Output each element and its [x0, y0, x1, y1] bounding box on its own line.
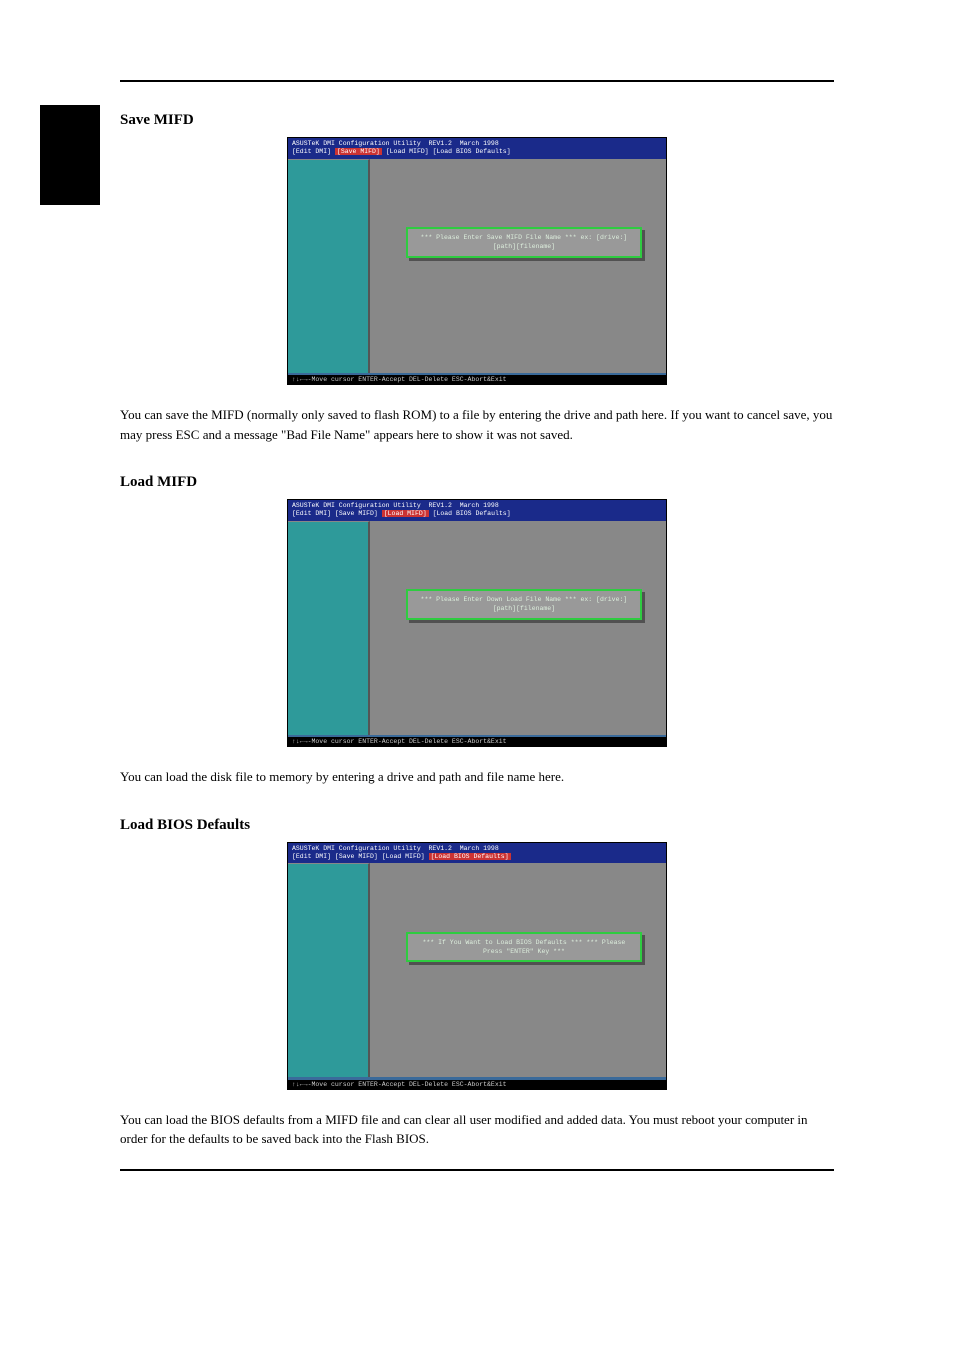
screenshot-save: ASUSTeK DMI Configuration Utility REV1.2…	[287, 137, 667, 385]
dos-main: *** If You Want to Load BIOS Defaults **…	[370, 863, 666, 1077]
dos-main: *** Please Enter Save MIFD File Name ***…	[370, 159, 666, 373]
bottom-rule	[120, 1169, 834, 1171]
dos-body: *** If You Want to Load BIOS Defaults **…	[288, 863, 666, 1077]
screenshot-defaults: ASUSTeK DMI Configuration Utility REV1.2…	[287, 842, 667, 1090]
dos-sidebar	[288, 159, 370, 373]
screenshot-load: ASUSTeK DMI Configuration Utility REV1.2…	[287, 499, 667, 747]
document-page: Save MIFD ASUSTeK DMI Configuration Util…	[0, 0, 954, 1351]
dos-titlebar: ASUSTeK DMI Configuration Utility REV1.2…	[288, 500, 666, 521]
dos-sidebar	[288, 863, 370, 1077]
dos-body: *** Please Enter Save MIFD File Name ***…	[288, 159, 666, 373]
dos-menu-defaults: [Edit DMI] [Save MIFD] [Load MIFD] [Load…	[292, 853, 511, 860]
dos-title: ASUSTeK DMI Configuration Utility REV1.2…	[292, 140, 499, 147]
dos-menu-load: [Edit DMI] [Save MIFD] [Load MIFD] [Load…	[292, 510, 511, 517]
top-rule	[120, 80, 834, 82]
dos-prompt-save: *** Please Enter Save MIFD File Name ***…	[406, 227, 643, 257]
dos-footer: ↑↓←→-Move cursor ENTER-Accept DEL-Delete…	[288, 737, 666, 746]
section-title-defaults: Load BIOS Defaults	[120, 817, 834, 834]
section-title-save: Save MIFD	[120, 112, 834, 129]
section-text-load: You can load the disk file to memory by …	[120, 767, 834, 787]
dos-prompt-defaults: *** If You Want to Load BIOS Defaults **…	[406, 932, 643, 962]
dos-body: *** Please Enter Down Load File Name ***…	[288, 521, 666, 735]
dos-title: ASUSTeK DMI Configuration Utility REV1.2…	[292, 502, 499, 509]
section-text-save: You can save the MIFD (normally only sav…	[120, 405, 834, 444]
dos-footer: ↑↓←→-Move cursor ENTER-Accept DEL-Delete…	[288, 1080, 666, 1089]
dos-menu-save: [Edit DMI] [Save MIFD] [Load MIFD] [Load…	[292, 148, 511, 155]
dos-footer: ↑↓←→-Move cursor ENTER-Accept DEL-Delete…	[288, 375, 666, 384]
dos-titlebar: ASUSTeK DMI Configuration Utility REV1.2…	[288, 843, 666, 864]
dos-main: *** Please Enter Down Load File Name ***…	[370, 521, 666, 735]
section-text-defaults: You can load the BIOS defaults from a MI…	[120, 1110, 834, 1149]
dos-title: ASUSTeK DMI Configuration Utility REV1.2…	[292, 845, 499, 852]
dos-prompt-load: *** Please Enter Down Load File Name ***…	[406, 589, 643, 619]
section-title-load: Load MIFD	[120, 474, 834, 491]
dos-sidebar	[288, 521, 370, 735]
dos-titlebar: ASUSTeK DMI Configuration Utility REV1.2…	[288, 138, 666, 159]
side-tab	[40, 105, 100, 205]
